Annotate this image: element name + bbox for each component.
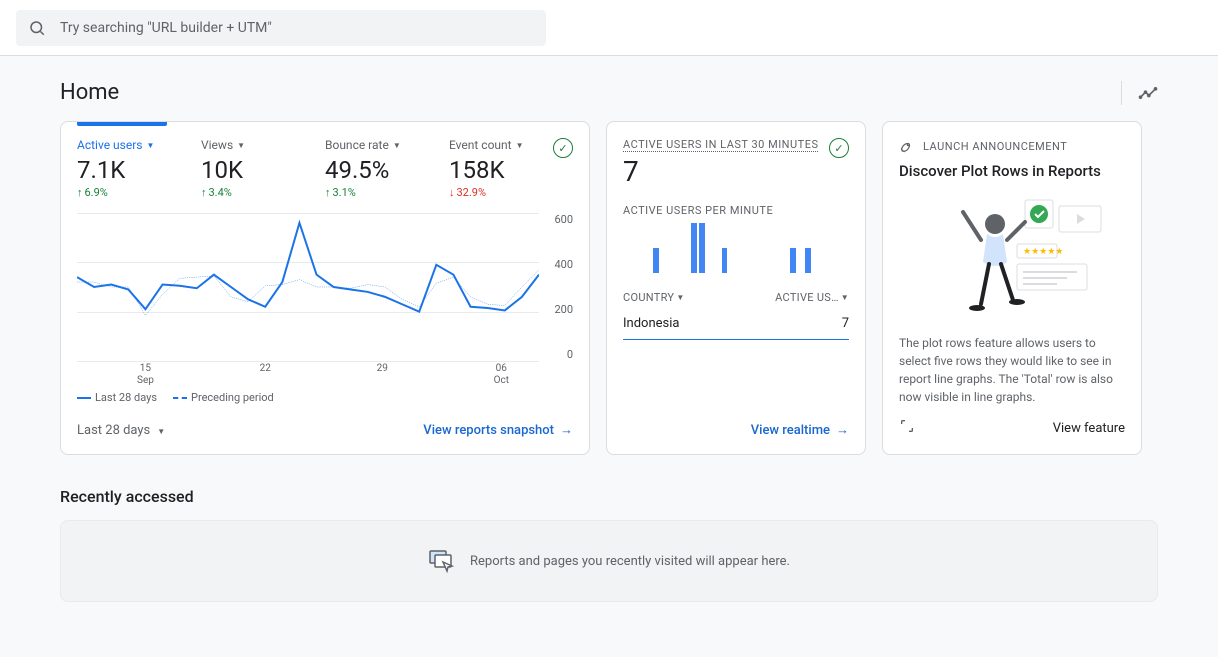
search-input[interactable] bbox=[58, 19, 534, 37]
realtime-active-users: 7 bbox=[623, 155, 849, 188]
chart-plot-area bbox=[77, 213, 539, 361]
chevron-down-icon: ▼ bbox=[841, 293, 849, 302]
metric-value: 7.1K bbox=[77, 156, 201, 184]
metric-bounce-rate[interactable]: Bounce rate ▼ 49.5% ↑3.1% bbox=[325, 138, 449, 199]
chevron-down-icon: ▼ bbox=[393, 141, 401, 150]
status-check-icon[interactable]: ✓ bbox=[553, 138, 573, 158]
chevron-down-icon bbox=[154, 423, 165, 438]
page-title: Home bbox=[60, 80, 119, 105]
insights-icon bbox=[1138, 83, 1158, 103]
search-box[interactable] bbox=[16, 10, 546, 46]
realtime-table-row[interactable]: Indonesia 7 bbox=[623, 310, 849, 340]
metric-active-users[interactable]: Active users ▼ 7.1K ↑6.9% bbox=[77, 138, 201, 199]
chart-y-axis: 600 400 200 0 bbox=[545, 213, 573, 361]
announcement-body: The plot rows feature allows users to se… bbox=[899, 334, 1125, 406]
metric-value: 49.5% bbox=[325, 156, 449, 184]
arrow-up-icon: ↑ bbox=[325, 186, 331, 199]
arrow-right-icon bbox=[560, 422, 573, 438]
overview-cards: ✓ Active users ▼ 7.1K ↑6.9% Views ▼ 10K ↑3… bbox=[60, 121, 1158, 455]
metric-delta: ↑3.4% bbox=[201, 186, 325, 199]
insights-button[interactable] bbox=[1121, 81, 1158, 105]
metric-label: Active users bbox=[77, 138, 142, 152]
metric-delta: ↑6.9% bbox=[77, 186, 201, 199]
view-realtime-link[interactable]: View realtime bbox=[751, 422, 849, 438]
page-header: Home bbox=[60, 80, 1158, 105]
metric-label: Event count bbox=[449, 138, 512, 152]
metric-delta: ↑3.1% bbox=[325, 186, 449, 199]
home-page: Home ✓ Active users ▼ 7.1K ↑6.9% Views ▼ bbox=[0, 56, 1218, 657]
view-feature-link[interactable]: View feature bbox=[1053, 421, 1125, 436]
realtime-card: ✓ ACTIVE USERS IN LAST 30 MINUTES 7 ACTI… bbox=[606, 121, 866, 455]
empty-state-message: Reports and pages you recently visited w… bbox=[470, 554, 790, 569]
metric-delta: ↓32.9% bbox=[449, 186, 573, 199]
chevron-down-icon: ▼ bbox=[237, 141, 245, 150]
col-country[interactable]: COUNTRY▼ bbox=[623, 291, 685, 304]
chevron-down-icon: ▼ bbox=[676, 293, 684, 302]
metric-views[interactable]: Views ▼ 10K ↑3.4% bbox=[201, 138, 325, 199]
chevron-down-icon: ▼ bbox=[516, 141, 524, 150]
realtime-table-header: COUNTRY▼ ACTIVE US…▼ bbox=[623, 285, 849, 310]
row-users: 7 bbox=[842, 316, 849, 331]
per-minute-label: ACTIVE USERS PER MINUTE bbox=[623, 204, 849, 217]
date-range-selector[interactable]: Last 28 days bbox=[77, 423, 165, 438]
metric-value: 158K bbox=[449, 156, 573, 184]
arrow-right-icon bbox=[836, 422, 849, 438]
metrics-header: Active users ▼ 7.1K ↑6.9% Views ▼ 10K ↑3.4… bbox=[77, 138, 573, 199]
announcement-title: Discover Plot Rows in Reports bbox=[899, 162, 1125, 180]
announcement-illustration: ★★★★★ bbox=[899, 192, 1125, 322]
per-minute-bar-chart bbox=[623, 223, 849, 273]
row-country: Indonesia bbox=[623, 316, 679, 331]
users-line-chart: 600 400 200 0 15Sep 22 bbox=[77, 213, 573, 383]
chart-x-axis: 15Sep 22 29 06Oct bbox=[77, 363, 539, 387]
arrow-up-icon: ↑ bbox=[201, 186, 207, 199]
search-icon bbox=[28, 19, 46, 37]
expand-icon[interactable] bbox=[899, 418, 915, 438]
announcement-badge: LAUNCH ANNOUNCEMENT bbox=[899, 138, 1125, 154]
metric-label: Bounce rate bbox=[325, 138, 389, 152]
col-active-users[interactable]: ACTIVE US…▼ bbox=[775, 291, 849, 304]
recently-accessed-heading: Recently accessed bbox=[60, 487, 1158, 506]
chevron-down-icon: ▼ bbox=[146, 141, 154, 150]
arrow-up-icon: ↑ bbox=[77, 186, 83, 199]
arrow-down-icon: ↓ bbox=[449, 186, 455, 199]
legend-current: Last 28 days bbox=[77, 391, 157, 404]
view-reports-snapshot-link[interactable]: View reports snapshot bbox=[423, 422, 573, 438]
active-metric-indicator bbox=[77, 122, 167, 126]
metric-value: 10K bbox=[201, 156, 325, 184]
chart-legend: Last 28 days Preceding period bbox=[77, 391, 573, 404]
metrics-card: ✓ Active users ▼ 7.1K ↑6.9% Views ▼ 10K ↑3… bbox=[60, 121, 590, 455]
top-bar bbox=[0, 0, 1218, 56]
rocket-icon bbox=[899, 138, 915, 154]
status-check-icon[interactable]: ✓ bbox=[829, 138, 849, 158]
announcement-card: LAUNCH ANNOUNCEMENT Discover Plot Rows i… bbox=[882, 121, 1142, 455]
svg-text:★★★★★: ★★★★★ bbox=[1023, 247, 1063, 257]
realtime-title: ACTIVE USERS IN LAST 30 MINUTES bbox=[623, 138, 849, 151]
recently-accessed-empty-state: Reports and pages you recently visited w… bbox=[60, 520, 1158, 602]
pages-cursor-icon bbox=[428, 549, 456, 573]
legend-previous: Preceding period bbox=[173, 391, 274, 404]
metric-label: Views bbox=[201, 138, 233, 152]
